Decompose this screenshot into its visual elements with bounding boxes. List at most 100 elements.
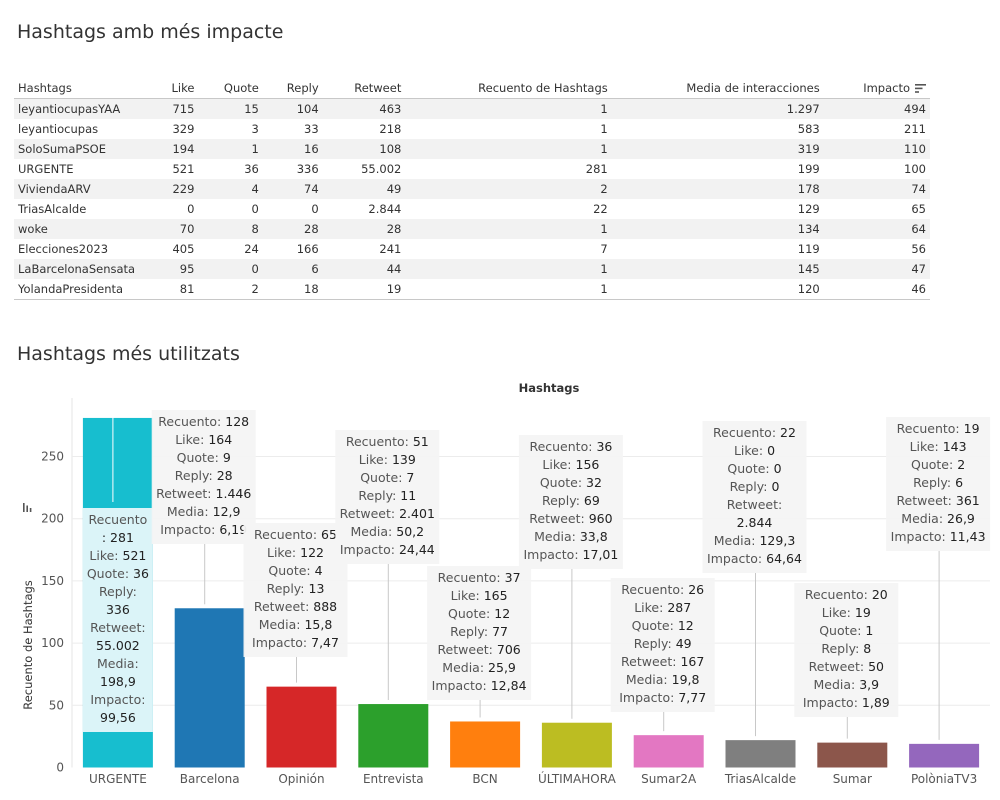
tooltip-line: : 281 bbox=[102, 530, 134, 545]
cell-reply: 33 bbox=[304, 122, 319, 136]
tooltip-field-value: 139 bbox=[392, 452, 416, 467]
tooltip-field-value: 11,43 bbox=[950, 529, 986, 544]
tooltip-line: Impacto: 64,64 bbox=[707, 551, 802, 566]
tooltip-field-value: 521 bbox=[123, 548, 147, 563]
column-header-reply[interactable]: Reply bbox=[262, 62, 323, 99]
tooltip-field-value: 7,77 bbox=[678, 690, 706, 705]
table-row[interactable]: TriasAlcalde 0 0 0 2.844 22 129 65 bbox=[14, 199, 930, 219]
cell-quote: 2 bbox=[198, 279, 263, 300]
tooltip-field-value: 37 bbox=[505, 570, 521, 585]
impact-table: Hashtags Like Quote Reply Retweet Recuen… bbox=[14, 62, 930, 300]
tooltip-field-value: 0 bbox=[767, 443, 775, 458]
tooltip-field-label: Impacto: bbox=[90, 692, 145, 707]
tooltip-line: Quote: 32 bbox=[540, 475, 602, 490]
column-header-hashtags[interactable]: Hashtags bbox=[14, 62, 152, 99]
sort-descending-icon[interactable] bbox=[915, 84, 926, 93]
cell-quote: 8 bbox=[198, 219, 263, 239]
cell-reply: 74 bbox=[262, 179, 323, 199]
cell-quote: 24 bbox=[244, 242, 259, 256]
tooltip-field-label: Impacto: bbox=[340, 542, 395, 557]
bar-Entrevista[interactable] bbox=[358, 704, 429, 768]
tooltip-field-value: 198,9 bbox=[100, 674, 136, 689]
cell-quote: 0 bbox=[251, 202, 259, 216]
column-header-impacto[interactable]: Impacto bbox=[823, 62, 930, 99]
column-header-recuento[interactable]: Recuento de Hashtags bbox=[405, 62, 612, 99]
cell-hashtag: SoloSumaPSOE bbox=[14, 139, 152, 159]
tooltip-line: Recuento: 36 bbox=[529, 439, 612, 454]
tooltip-line: Like: 143 bbox=[910, 439, 967, 454]
tooltip-line: Like: 156 bbox=[542, 457, 599, 472]
tooltip-line: Media: 12,9 bbox=[167, 504, 241, 519]
bar-Sumar[interactable] bbox=[817, 742, 888, 768]
bar-Barcelona[interactable] bbox=[174, 608, 245, 768]
tooltip-field-value: 12 bbox=[494, 606, 510, 621]
tooltip-field-label: Like: bbox=[267, 545, 296, 560]
bar-ÚLTIMAHORA[interactable] bbox=[541, 722, 612, 768]
tooltip-line: Media: 50,2 bbox=[350, 524, 424, 539]
tooltip-field-value: 287 bbox=[667, 600, 691, 615]
tooltip-line: Recuento: 51 bbox=[346, 434, 429, 449]
table-row[interactable]: URGENTE 521 36 336 55.002 281 199 100 bbox=[14, 159, 930, 179]
column-header-quote[interactable]: Quote bbox=[198, 62, 263, 99]
table-row[interactable]: ViviendaARV 229 4 74 49 2 178 74 bbox=[14, 179, 930, 199]
tooltip-line: Recuento: 37 bbox=[438, 570, 521, 585]
tooltip-field-value: 1 bbox=[865, 623, 873, 638]
bar-PolòniaTV3[interactable] bbox=[909, 743, 980, 768]
tooltip-line: Media: 26,9 bbox=[901, 511, 975, 526]
tooltip-line: Like: 0 bbox=[734, 443, 775, 458]
table-row[interactable]: YolandaPresidenta 81 2 18 19 1 120 46 bbox=[14, 279, 930, 300]
y-tick-label: 200 bbox=[41, 512, 64, 526]
tooltip-field-label: Like: bbox=[910, 439, 939, 454]
table-row[interactable]: woke 70 8 28 28 1 134 64 bbox=[14, 219, 930, 239]
tooltip-field-value: 7 bbox=[406, 470, 414, 485]
tooltip-field-label: Impacto: bbox=[803, 695, 858, 710]
table-header-row: Hashtags Like Quote Reply Retweet Recuen… bbox=[14, 62, 930, 99]
tooltip-line: Retweet: bbox=[90, 620, 145, 635]
tooltip-line: Retweet: 2.401 bbox=[340, 506, 435, 521]
bar-Opinión[interactable] bbox=[266, 686, 337, 768]
tooltip-field-value: 2.401 bbox=[399, 506, 435, 521]
column-header-media[interactable]: Media de interacciones bbox=[611, 62, 824, 99]
cell-media: 129 bbox=[797, 202, 820, 216]
x-tick-label: TriasAlcalde bbox=[724, 772, 796, 786]
bar-TriasAlcalde[interactable] bbox=[725, 740, 796, 768]
tooltip-field-value: 12,9 bbox=[213, 504, 241, 519]
tooltip-line: Retweet: 888 bbox=[254, 599, 337, 614]
cell-reply: 104 bbox=[262, 98, 323, 119]
table-row[interactable]: leyantiocupasYAA 715 15 104 463 1 1.297 494 bbox=[14, 98, 930, 119]
tooltip-field-label: Quote: bbox=[727, 461, 769, 476]
bar-Sumar2A[interactable] bbox=[633, 735, 704, 768]
tooltip-line: Like: 19 bbox=[822, 605, 871, 620]
tooltip-field-value: 36 bbox=[133, 566, 149, 581]
bar-BCN[interactable] bbox=[450, 721, 521, 768]
y-axis-sort-icon[interactable] bbox=[23, 503, 32, 512]
tooltip-field-label: Quote: bbox=[911, 457, 953, 472]
table-row[interactable]: SoloSumaPSOE 194 1 16 108 1 319 110 bbox=[14, 139, 930, 159]
tooltip-field-label: Retweet: bbox=[254, 599, 309, 614]
tooltip-field-label: Retweet: bbox=[727, 497, 782, 512]
tooltip-field-value: 888 bbox=[313, 599, 337, 614]
tooltip-field-value: 9 bbox=[223, 450, 231, 465]
tooltip-line: Retweet: 706 bbox=[437, 642, 520, 657]
tooltip-field-label: Retweet: bbox=[340, 506, 395, 521]
tooltip-line: Impacto: 12,84 bbox=[432, 678, 527, 693]
table-row[interactable]: LaBarcelonaSensata 95 0 6 44 1 145 47 bbox=[14, 259, 930, 279]
tooltip-field-label: Like: bbox=[822, 605, 851, 620]
table-row[interactable]: Elecciones2023 405 24 166 241 7 119 56 bbox=[14, 239, 930, 259]
tooltip-field-label: Retweet: bbox=[809, 659, 864, 674]
column-header-like[interactable]: Like bbox=[152, 62, 199, 99]
tooltip-line: Reply: 11 bbox=[358, 488, 416, 503]
cell-reply: 18 bbox=[262, 279, 323, 300]
tooltip-line: Media: bbox=[97, 656, 139, 671]
tooltip-field-value: 19 bbox=[855, 605, 871, 620]
tooltip-field-value: 33,8 bbox=[580, 529, 608, 544]
tooltip-field-value: 50 bbox=[868, 659, 884, 674]
tooltip-field-label: Media: bbox=[714, 533, 756, 548]
tooltip-field-label: Retweet: bbox=[896, 493, 951, 508]
column-header-retweet[interactable]: Retweet bbox=[322, 62, 406, 99]
table-row[interactable]: leyantiocupas 329 3 33 218 1 583 211 bbox=[14, 119, 930, 139]
x-tick-label: ÚLTIMAHORA bbox=[538, 771, 617, 786]
tooltip-field-label: Reply: bbox=[175, 468, 213, 483]
cell-reply: 6 bbox=[262, 259, 323, 279]
tooltip-field-label: Reply: bbox=[542, 493, 580, 508]
